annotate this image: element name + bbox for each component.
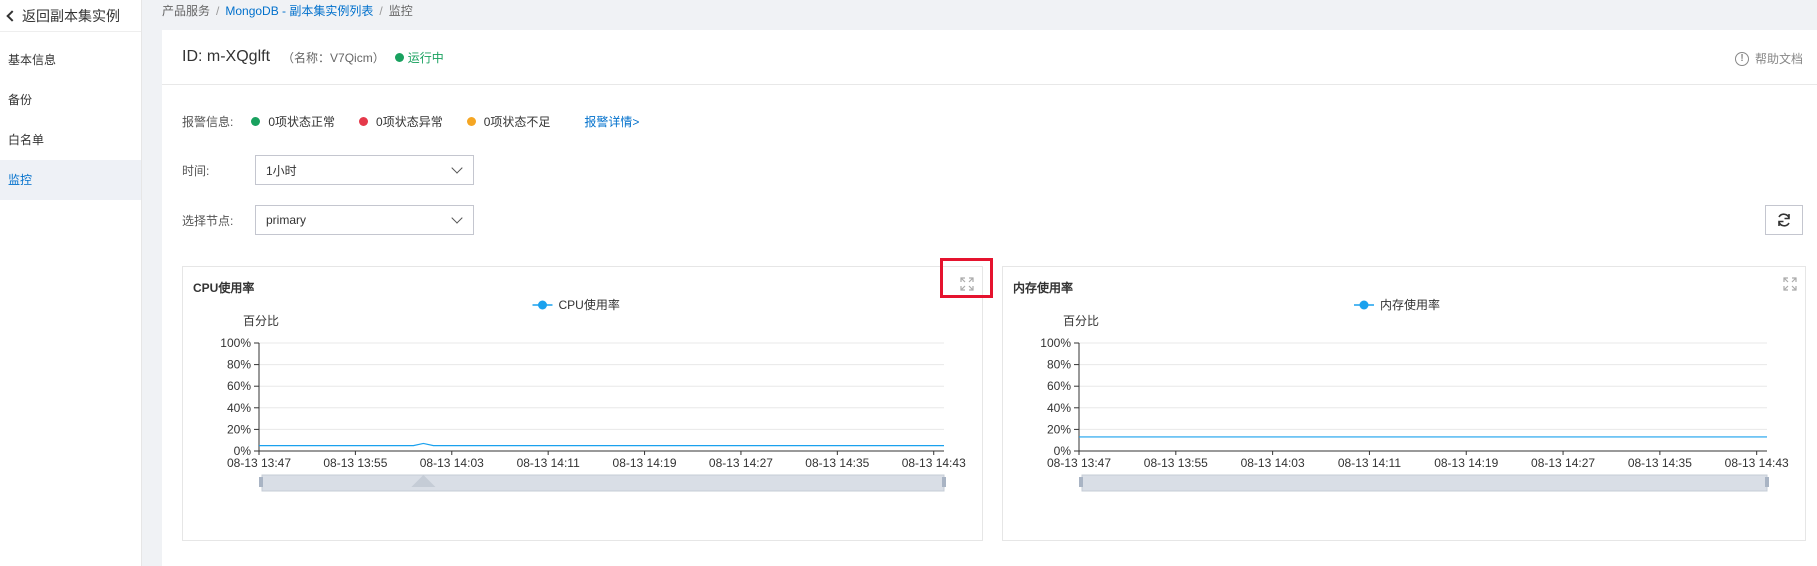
alarm-normal: 0项状态正常 <box>251 113 335 130</box>
y-axis-label: 百分比 <box>243 314 279 328</box>
breadcrumb-separator: / <box>216 4 220 18</box>
cpu-chart-card: CPU使用率 CPU使用率 百分比 100% 80% 60% 40% 20% 0% 08-13 … <box>182 266 983 541</box>
alarm-insufficient-label: 0项状态不足 <box>483 115 551 129</box>
help-doc-link[interactable]: ! 帮助文档 <box>1734 50 1803 67</box>
time-range-value: 1小时 <box>266 163 297 178</box>
memory-chart-card: 内存使用率 内存使用率 百分比 100% 80% 60% 40% 20% 0% 08-13 13… <box>1002 266 1806 541</box>
back-link-label: 返回副本集实例 <box>22 7 120 24</box>
series-line <box>259 442 944 447</box>
sidebar-item-basic-info[interactable]: 基本信息 <box>0 40 141 80</box>
cpu-chart-title: CPU使用率 <box>193 281 255 295</box>
legend-label: CPU使用率 <box>559 297 620 312</box>
chevron-down-icon <box>451 212 463 224</box>
y-tick-label: 80% <box>227 358 251 372</box>
y-tick-label: 100% <box>1040 336 1071 350</box>
cpu-usage-chart: CPU使用率百分比100%80%60%40%20%0%08-13 13:47 08… <box>220 297 966 492</box>
breadcrumb-item-products: 产品服务 <box>162 4 211 18</box>
expand-icon[interactable] <box>1783 277 1797 291</box>
sidebar-item-backup[interactable]: 备份 <box>0 80 141 120</box>
x-tick-label: 08-13 14:43 <box>1725 456 1789 470</box>
y-tick-label: 60% <box>227 379 251 393</box>
alarm-abnormal-label: 0项状态异常 <box>376 115 443 129</box>
node-select[interactable]: primary <box>255 205 474 235</box>
memory-usage-chart: 内存使用率百分比100%80%60%40%20%0%08-13 13:47 08-… <box>1040 297 1789 492</box>
status-badge: 运行中 <box>394 49 444 66</box>
y-tick-label: 60% <box>1047 379 1071 393</box>
sidebar-item-whitelist[interactable]: 白名单 <box>0 120 141 160</box>
y-tick-label: 20% <box>227 422 251 436</box>
y-tick-label: 40% <box>227 401 251 415</box>
zoom-slider-handle-left <box>259 477 263 487</box>
breadcrumb-separator: / <box>379 4 383 18</box>
zoom-slider-handle-right <box>1765 477 1769 487</box>
node-value: primary <box>266 213 307 227</box>
refresh-icon <box>1778 213 1790 227</box>
y-tick-label: 100% <box>220 336 251 350</box>
x-tick-label: 08-13 14:19 <box>613 456 677 470</box>
x-tick-label: 08-13 14:27 <box>709 456 773 470</box>
breadcrumb-item-instance-list[interactable]: MongoDB - 副本集实例列表 <box>225 4 373 18</box>
legend-marker <box>538 300 547 310</box>
info-icon: ! <box>1734 51 1749 66</box>
y-tick-label: 80% <box>1047 358 1071 372</box>
red-dot-icon <box>359 117 369 126</box>
x-tick-label: 08-13 13:55 <box>1144 456 1208 470</box>
alarm-normal-label: 0项状态正常 <box>268 115 336 129</box>
x-tick-label: 08-13 14:35 <box>805 456 869 470</box>
sidebar-item-monitoring[interactable]: 监控 <box>0 160 141 200</box>
x-tick-label: 08-13 14:03 <box>1241 456 1305 470</box>
chevron-down-icon <box>451 162 463 174</box>
x-tick-label: 08-13 14:03 <box>420 456 484 470</box>
zoom-slider-track <box>1081 474 1768 492</box>
status-label: 运行中 <box>407 50 444 65</box>
chevron-left-icon <box>6 9 18 22</box>
back-to-replica-set-link[interactable]: 返回副本集实例 <box>0 0 141 32</box>
zoom-slider-track <box>261 474 945 492</box>
x-tick-label: 08-13 13:55 <box>323 456 387 470</box>
sidebar-menu: 基本信息 备份 白名单 监控 <box>0 40 141 200</box>
x-tick-label: 08-13 13:47 <box>227 456 291 470</box>
status-dot-icon <box>394 52 404 62</box>
green-dot-icon <box>251 117 261 126</box>
alarm-label: 报警信息: <box>182 115 234 129</box>
alarm-abnormal: 0项状态异常 <box>359 113 443 130</box>
x-tick-label: 08-13 14:11 <box>1338 456 1401 470</box>
refresh-button[interactable] <box>1765 205 1803 235</box>
node-label: 选择节点: <box>182 213 234 228</box>
x-tick-label: 08-13 14:27 <box>1531 456 1595 470</box>
memory-chart-title: 内存使用率 <box>1013 281 1074 295</box>
alarm-info-row: 报警信息: 0项状态正常 0项状态异常 0项状态不足 报警详情> <box>182 113 639 130</box>
y-tick-label: 20% <box>1047 422 1071 436</box>
x-tick-label: 08-13 14:43 <box>902 456 966 470</box>
alarm-details-link[interactable]: 报警详情> <box>584 113 639 130</box>
breadcrumb-item-monitoring: 监控 <box>388 4 413 18</box>
x-tick-label: 08-13 14:11 <box>517 456 580 470</box>
breadcrumb: 产品服务 / MongoDB - 副本集实例列表 / 监控 <box>162 0 1817 22</box>
x-tick-label: 08-13 13:47 <box>1047 456 1111 470</box>
legend-marker <box>1359 300 1369 310</box>
zoom-slider-handle-left <box>1079 477 1083 487</box>
y-tick-label: 40% <box>1047 401 1071 415</box>
alarm-insufficient: 0项状态不足 <box>466 113 551 130</box>
help-doc-label: 帮助文档 <box>1754 52 1803 66</box>
time-range-select[interactable]: 1小时 <box>255 155 474 185</box>
sidebar: 返回副本集实例 基本信息 备份 白名单 监控 <box>0 0 142 566</box>
instance-header: ID: m-XQglft （名称：V7Qicm） 运行中 ! 帮助文档 <box>162 30 1817 85</box>
node-filter-row: 选择节点: primary <box>182 205 474 235</box>
x-tick-label: 08-13 14:35 <box>1628 456 1692 470</box>
zoom-slider-handle-right <box>942 477 946 487</box>
time-label: 时间: <box>182 163 210 178</box>
time-filter-row: 时间: 1小时 <box>182 155 474 185</box>
orange-dot-icon <box>466 117 476 126</box>
x-tick-label: 08-13 14:19 <box>1434 456 1498 470</box>
legend-label: 内存使用率 <box>1380 297 1440 312</box>
instance-id: ID: m-XQglft <box>182 48 271 65</box>
highlight-annotation-box <box>940 258 993 298</box>
y-axis-label: 百分比 <box>1063 314 1099 328</box>
instance-name: （名称：V7Qicm） <box>282 50 385 65</box>
